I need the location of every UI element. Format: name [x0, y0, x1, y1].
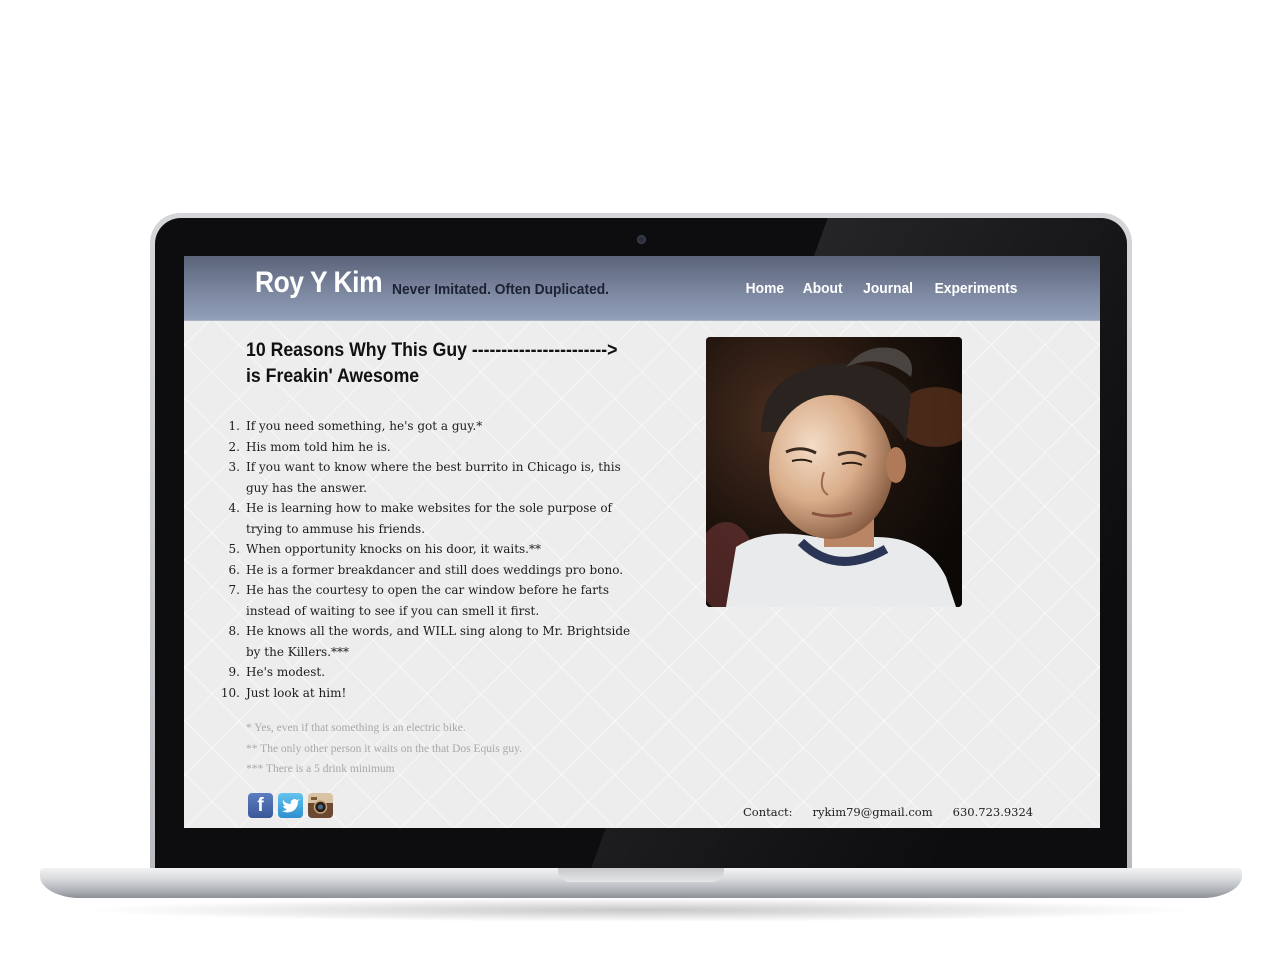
list-item: His mom told him he is.	[220, 437, 391, 457]
twitter-icon[interactable]	[278, 793, 303, 818]
nav-about[interactable]: About	[803, 280, 843, 297]
camera-lens-icon	[311, 797, 328, 814]
footnote: *** There is a 5 drink minimum	[246, 763, 395, 775]
list-item: He knows all the words, and WILL sing al…	[220, 621, 631, 659]
page-headline: 10 Reasons Why This Guy ----------------…	[246, 338, 637, 390]
contact-phone: 630.723.9324	[952, 805, 1034, 819]
headline-line-1: 10 Reasons Why This Guy ----------------…	[246, 340, 618, 361]
nav-experiments[interactable]: Experiments	[935, 280, 1018, 297]
main-nav: Home About Journal Experiments	[744, 280, 1021, 297]
list-item: If you need something, he's got a guy.*	[220, 416, 483, 436]
list-item: He has the courtesy to open the car wind…	[220, 580, 609, 618]
instagram-icon[interactable]	[308, 793, 333, 818]
list-item: He is learning how to make websites for …	[220, 498, 612, 536]
contact-info: Contact: rykim79@gmail.com 630.723.9324	[743, 805, 1033, 819]
contact-email-link[interactable]: rykim79@gmail.com	[813, 805, 933, 819]
nav-journal[interactable]: Journal	[863, 280, 913, 297]
contact-label: Contact:	[743, 805, 793, 819]
social-links: f	[248, 793, 333, 818]
twitter-bird-icon	[281, 798, 300, 812]
list-item: He's modest.	[220, 662, 326, 682]
footnote: * Yes, even if that something is an elec…	[246, 722, 466, 734]
site-header: Roy Y Kim Never Imitated. Often Duplicat…	[184, 256, 1100, 321]
site-tagline: Never Imitated. Often Duplicated.	[392, 281, 610, 298]
site-title[interactable]: Roy Y Kim	[255, 266, 383, 300]
list-item: Just look at him!	[220, 683, 347, 703]
laptop-shadow	[80, 898, 1200, 922]
browser-viewport: Roy Y Kim Never Imitated. Often Duplicat…	[184, 256, 1100, 828]
headline-line-2: is Freakin' Awesome	[246, 366, 420, 387]
facebook-icon[interactable]: f	[248, 793, 273, 818]
nav-home[interactable]: Home	[745, 280, 783, 297]
footnote: ** The only other person it waits on the…	[246, 742, 522, 755]
profile-photo-image	[706, 337, 962, 607]
camera-icon	[637, 235, 646, 244]
profile-photo	[706, 337, 962, 607]
list-item: When opportunity knocks on his door, it …	[220, 539, 541, 559]
footnotes: * Yes, even if that something is an elec…	[246, 718, 522, 780]
list-item: If you want to know where the best burri…	[220, 457, 621, 495]
list-item: He is a former breakdancer and still doe…	[220, 560, 624, 580]
laptop-notch	[558, 868, 724, 882]
reasons-list: If you need something, he's got a guy.* …	[220, 416, 631, 703]
